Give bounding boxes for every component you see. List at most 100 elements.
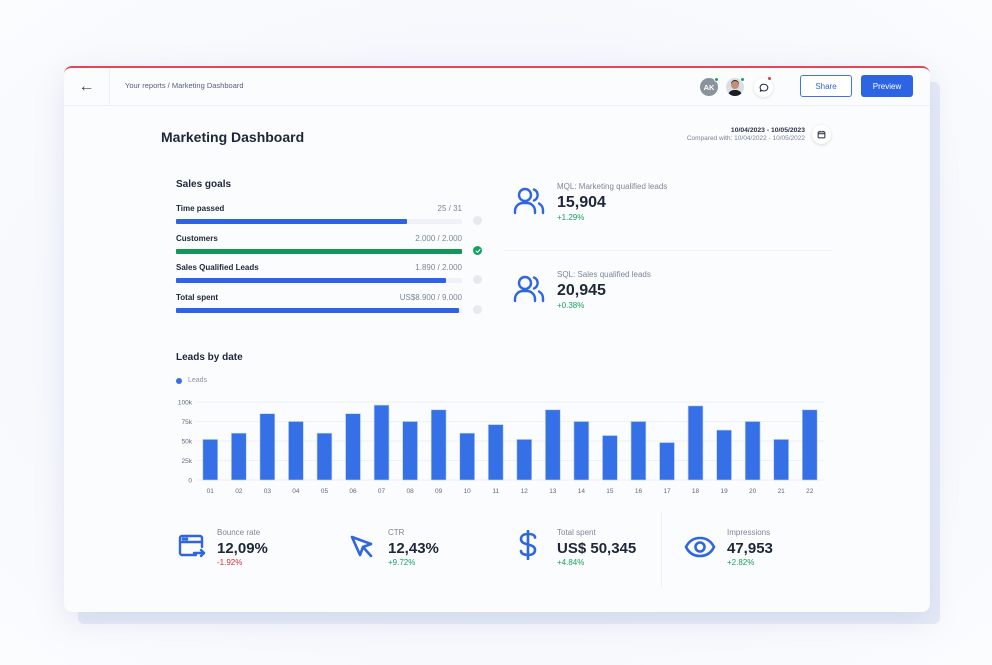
x-tick-label: 20 <box>749 488 757 495</box>
kpi-change: +2.82% <box>727 558 755 567</box>
x-tick-label: 02 <box>235 488 243 495</box>
bar-leads-04 <box>288 421 304 481</box>
kpi-value: 12,09% <box>217 540 268 557</box>
sales-goals-title: Sales goals <box>176 179 232 190</box>
ctr-kpi: CTR 12,43% +9.72% <box>339 512 509 586</box>
bar-leads-15 <box>602 435 618 481</box>
goal-status-indicator <box>473 305 482 314</box>
date-range-value: 10/04/2023 - 10/05/2023 <box>730 127 805 134</box>
x-tick-label: 05 <box>321 488 329 495</box>
bar-leads-14 <box>573 421 590 481</box>
online-status-dot <box>740 77 745 82</box>
x-tick-label: 04 <box>292 488 300 495</box>
y-tick-label: 25k <box>182 458 193 465</box>
goal-progress-track <box>176 249 462 254</box>
kpi-change: +1.29% <box>557 213 585 222</box>
browser-exit-icon <box>178 534 206 558</box>
kpi-value: 47,953 <box>727 540 773 557</box>
preview-button[interactable]: Preview <box>861 75 913 97</box>
mql-kpi-card: MQL: Marketing qualified leads 15,904 +1… <box>504 168 832 250</box>
x-tick-label: 14 <box>578 488 586 495</box>
sales-goals-card: Sales goals Time passed 25 / 31 Customer… <box>168 168 488 330</box>
y-tick-label: 100k <box>178 400 193 407</box>
goal-value: 25 / 31 <box>437 204 462 213</box>
goal-label: Customers <box>176 234 218 243</box>
kpi-value: 15,904 <box>557 194 606 211</box>
bar-leads-08 <box>402 421 418 481</box>
goal-row: Sales Qualified Leads 1.890 / 2.000 <box>176 263 482 289</box>
bar-leads-16 <box>630 421 647 481</box>
goal-progress-fill <box>176 249 462 254</box>
bar-leads-06 <box>345 413 361 481</box>
goal-status-indicator <box>473 216 482 225</box>
divider <box>661 512 662 588</box>
users-icon <box>513 187 545 215</box>
avatar-face <box>731 81 739 89</box>
x-tick-label: 19 <box>720 488 728 495</box>
y-tick-label: 75k <box>182 419 193 426</box>
breadcrumb[interactable]: Your reports / Marketing Dashboard <box>125 81 244 90</box>
goal-value: 1.890 / 2.000 <box>415 263 462 272</box>
dashboard-window: ← Your reports / Marketing Dashboard AK … <box>64 66 930 612</box>
share-button[interactable]: Share <box>800 75 852 97</box>
y-tick-label: 0 <box>188 478 192 485</box>
check-icon <box>475 248 480 253</box>
back-button[interactable]: ← <box>64 68 110 106</box>
divider <box>504 250 832 251</box>
leads-bar-chart: 0 25k 50k 75k 100k 01 02 03 04 05 06 07 08 09 10 11 12 13… <box>178 400 824 495</box>
kpi-value: 20,945 <box>557 282 606 299</box>
bar-leads-18 <box>687 405 704 481</box>
sql-kpi-card: SQL: Sales qualified leads 20,945 +0.38% <box>504 256 832 338</box>
goal-progress-fill <box>176 308 459 313</box>
x-tick-label: 06 <box>349 488 357 495</box>
chart-legend[interactable]: Leads <box>176 377 207 384</box>
bar-leads-11 <box>488 424 504 481</box>
goal-progress-track <box>176 219 462 224</box>
bar-leads-19 <box>716 429 732 481</box>
bar-leads-01 <box>202 439 218 481</box>
kpi-label: MQL: Marketing qualified leads <box>557 182 668 191</box>
date-range: 10/04/2023 - 10/05/2023 Compared with: 1… <box>687 127 805 142</box>
kpi-change: +9.72% <box>388 558 416 567</box>
compared-with-range: Compared with: 10/04/2022 - 10/05/2022 <box>686 135 805 142</box>
kpi-label: Bounce rate <box>217 528 261 537</box>
kpi-label: CTR <box>388 528 405 537</box>
date-picker-button[interactable] <box>812 125 831 144</box>
goal-progress-track <box>176 278 462 283</box>
legend-label: Leads <box>188 377 208 384</box>
legend-swatch <box>176 377 182 384</box>
x-tick-label: 22 <box>806 488 814 495</box>
bar-leads-09 <box>430 409 447 481</box>
top-bar: ← Your reports / Marketing Dashboard AK … <box>64 68 930 106</box>
goal-row: Customers 2.000 / 2.000 <box>176 234 482 260</box>
kpi-change: +0.38% <box>557 301 585 310</box>
kpi-label: SQL: Sales qualified leads <box>557 270 651 279</box>
goal-label: Sales Qualified Leads <box>176 263 259 272</box>
x-tick-label: 15 <box>606 488 614 495</box>
eye-icon <box>684 536 716 558</box>
x-tick-label: 13 <box>549 488 557 495</box>
dollar-icon <box>519 530 537 560</box>
bar-leads-07 <box>373 404 390 481</box>
bar-leads-10 <box>459 432 475 481</box>
goal-value: US$8.900 / 9.000 <box>399 293 462 302</box>
online-status-dot <box>714 77 719 82</box>
x-tick-label: 12 <box>521 488 529 495</box>
x-tick-label: 16 <box>635 488 643 495</box>
users-icon <box>513 275 545 303</box>
bar-leads-03 <box>259 413 276 481</box>
arrow-left-icon: ← <box>78 78 95 95</box>
leads-by-date-card: Leads by date Leads 0 25k 50k 75k 100k 01 02 03… <box>168 344 832 504</box>
goal-status-indicator <box>473 275 482 284</box>
x-tick-label: 01 <box>207 488 215 495</box>
x-tick-label: 18 <box>692 488 700 495</box>
x-tick-label: 11 <box>492 488 499 495</box>
goal-row: Total spent US$8.900 / 9.000 <box>176 293 482 319</box>
kpi-value: US$ 50,345 <box>557 540 637 557</box>
total-spent-kpi: Total spent US$ 50,345 +4.84% <box>508 512 678 586</box>
goal-value: 2.000 / 2.000 <box>415 234 462 243</box>
bar-leads-05 <box>316 432 333 481</box>
kpi-change: -1.92% <box>217 558 243 567</box>
x-tick-label: 21 <box>778 488 786 495</box>
kpi-label: Total spent <box>557 528 596 537</box>
